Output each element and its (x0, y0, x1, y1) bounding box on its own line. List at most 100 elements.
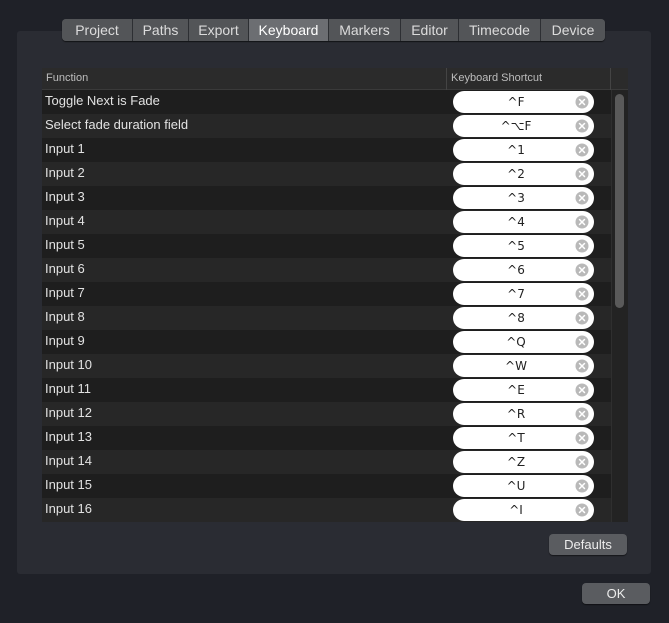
table-row[interactable]: Input 7 ^7 (42, 282, 611, 306)
shortcut-recorder-field[interactable]: ^T (453, 427, 594, 449)
function-label: Input 11 (45, 381, 92, 396)
function-label: Input 3 (45, 189, 85, 204)
table-row[interactable]: Select fade duration field ^⌥F (42, 114, 611, 138)
table-row[interactable]: Input 2 ^2 (42, 162, 611, 186)
shortcut-recorder-field[interactable]: ^6 (453, 259, 594, 281)
column-header-shortcut[interactable]: Keyboard Shortcut (451, 72, 542, 84)
scroll-thumb[interactable] (615, 94, 624, 308)
clear-shortcut-icon[interactable] (575, 359, 589, 373)
clear-shortcut-icon[interactable] (575, 95, 589, 109)
clear-shortcut-icon[interactable] (575, 143, 589, 157)
shortcut-value: ^⌥F (500, 119, 532, 133)
function-label: Input 15 (45, 477, 92, 492)
clear-shortcut-icon[interactable] (575, 479, 589, 493)
table-row[interactable]: Input 10 ^W (42, 354, 611, 378)
function-label: Input 8 (45, 309, 85, 324)
shortcut-value: ^T (507, 431, 525, 445)
clear-shortcut-icon[interactable] (575, 239, 589, 253)
shortcut-recorder-field[interactable]: ^E (453, 379, 594, 401)
shortcut-recorder-field[interactable]: ^3 (453, 187, 594, 209)
clear-shortcut-icon[interactable] (575, 119, 589, 133)
tab-project[interactable]: Project (62, 19, 132, 41)
table-row[interactable]: Input 4 ^4 (42, 210, 611, 234)
tab-paths[interactable]: Paths (132, 19, 188, 41)
table-row[interactable]: Toggle Next is Fade ^F (42, 90, 611, 114)
clear-shortcut-icon[interactable] (575, 167, 589, 181)
shortcut-value: ^R (506, 407, 526, 421)
clear-shortcut-icon[interactable] (575, 311, 589, 325)
shortcut-recorder-field[interactable]: ^U (453, 475, 594, 497)
clear-shortcut-icon[interactable] (575, 215, 589, 229)
clear-shortcut-icon[interactable] (575, 455, 589, 469)
shortcut-recorder-field[interactable]: ^⌥F (453, 115, 594, 137)
shortcut-value: ^4 (507, 215, 525, 229)
shortcut-recorder-field[interactable]: ^F (453, 91, 594, 113)
function-label: Input 13 (45, 429, 92, 444)
function-label: Input 9 (45, 333, 85, 348)
function-label: Input 14 (45, 453, 92, 468)
shortcut-value: ^Q (506, 335, 526, 349)
shortcut-value: ^W (505, 359, 527, 373)
column-divider (610, 68, 611, 90)
table-row[interactable]: Input 12 ^R (42, 402, 611, 426)
table-row[interactable]: Input 14 ^Z (42, 450, 611, 474)
tab-markers[interactable]: Markers (328, 19, 400, 41)
function-label: Input 4 (45, 213, 85, 228)
shortcut-value: ^6 (507, 263, 525, 277)
preferences-window: Project Paths Export Keyboard Markers Editor T… (0, 0, 669, 623)
shortcut-value: ^3 (507, 191, 525, 205)
function-label: Input 16 (45, 501, 92, 516)
shortcut-value: ^U (506, 479, 526, 493)
table-row[interactable]: Input 11 ^E (42, 378, 611, 402)
shortcut-table: Function Keyboard Shortcut Toggle Next i… (42, 68, 628, 522)
column-header-function[interactable]: Function (46, 72, 88, 84)
table-body: Toggle Next is Fade ^F Select fade duratio… (42, 90, 611, 522)
shortcut-recorder-field[interactable]: ^1 (453, 139, 594, 161)
shortcut-recorder-field[interactable]: ^Q (453, 331, 594, 353)
table-row[interactable]: Input 5 ^5 (42, 234, 611, 258)
shortcut-recorder-field[interactable]: ^I (453, 499, 594, 521)
clear-shortcut-icon[interactable] (575, 407, 589, 421)
clear-shortcut-icon[interactable] (575, 335, 589, 349)
shortcut-recorder-field[interactable]: ^Z (453, 451, 594, 473)
column-divider[interactable] (446, 68, 447, 90)
tab-bar: Project Paths Export Keyboard Markers Editor T… (62, 19, 605, 41)
function-label: Input 7 (45, 285, 85, 300)
tab-keyboard[interactable]: Keyboard (248, 19, 328, 41)
clear-shortcut-icon[interactable] (575, 431, 589, 445)
shortcut-value: ^5 (507, 239, 525, 253)
table-row[interactable]: Input 15 ^U (42, 474, 611, 498)
shortcut-recorder-field[interactable]: ^R (453, 403, 594, 425)
tab-device[interactable]: Device (540, 19, 605, 41)
function-label: Input 10 (45, 357, 92, 372)
clear-shortcut-icon[interactable] (575, 503, 589, 517)
table-row[interactable]: Input 3 ^3 (42, 186, 611, 210)
ok-button[interactable]: OK (582, 583, 650, 604)
shortcut-recorder-field[interactable]: ^8 (453, 307, 594, 329)
table-row[interactable]: Input 1 ^1 (42, 138, 611, 162)
vertical-scrollbar[interactable] (611, 90, 628, 522)
table-row[interactable]: Input 13 ^T (42, 426, 611, 450)
table-row[interactable]: Input 6 ^6 (42, 258, 611, 282)
clear-shortcut-icon[interactable] (575, 383, 589, 397)
defaults-button[interactable]: Defaults (549, 534, 627, 555)
clear-shortcut-icon[interactable] (575, 263, 589, 277)
tab-export[interactable]: Export (188, 19, 248, 41)
shortcut-recorder-field[interactable]: ^4 (453, 211, 594, 233)
table-row[interactable]: Input 8 ^8 (42, 306, 611, 330)
shortcut-value: ^F (507, 95, 525, 109)
tab-editor[interactable]: Editor (400, 19, 458, 41)
table-row[interactable]: Input 9 ^Q (42, 330, 611, 354)
clear-shortcut-icon[interactable] (575, 287, 589, 301)
tab-timecode[interactable]: Timecode (458, 19, 540, 41)
shortcut-recorder-field[interactable]: ^W (453, 355, 594, 377)
shortcut-value: ^Z (506, 455, 526, 469)
clear-shortcut-icon[interactable] (575, 191, 589, 205)
shortcut-value: ^8 (507, 311, 525, 325)
shortcut-recorder-field[interactable]: ^2 (453, 163, 594, 185)
function-label: Input 5 (45, 237, 85, 252)
table-row[interactable]: Input 16 ^I (42, 498, 611, 522)
function-label: Input 6 (45, 261, 85, 276)
shortcut-recorder-field[interactable]: ^5 (453, 235, 594, 257)
shortcut-recorder-field[interactable]: ^7 (453, 283, 594, 305)
